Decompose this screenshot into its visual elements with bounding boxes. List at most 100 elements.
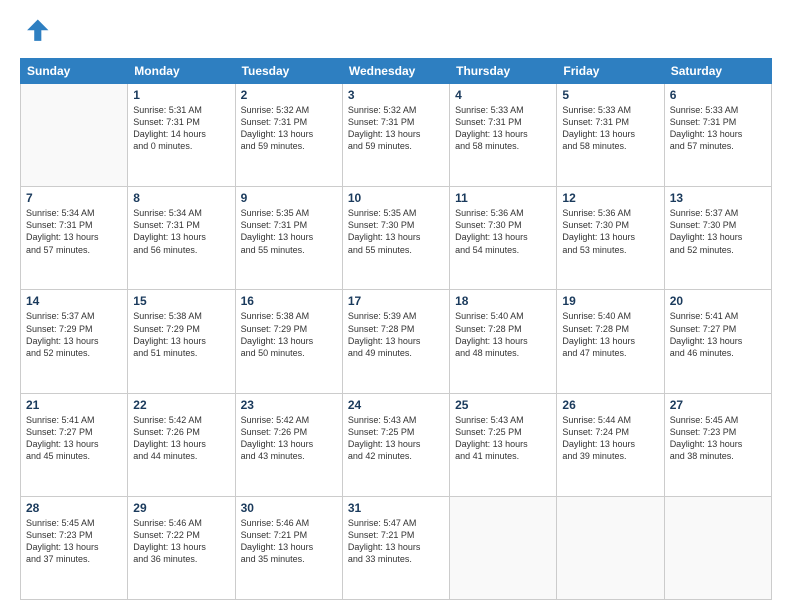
- day-number: 16: [241, 294, 337, 308]
- calendar-cell: 29Sunrise: 5:46 AM Sunset: 7:22 PM Dayli…: [128, 496, 235, 599]
- calendar-cell: 9 Sunrise: 5:35 AM Sunset: 7:31 PM Daylig…: [235, 187, 342, 290]
- day-number: 27: [670, 398, 766, 412]
- day-number: 29: [133, 501, 229, 515]
- day-info: Sunrise: 5:42 AM Sunset: 7:26 PM Dayligh…: [241, 414, 337, 463]
- day-number: 1: [133, 88, 229, 102]
- calendar-cell: 6 Sunrise: 5:33 AM Sunset: 7:31 PM Daylig…: [664, 84, 771, 187]
- day-number: 12: [562, 191, 658, 205]
- day-info: Sunrise: 5:40 AM Sunset: 7:28 PM Dayligh…: [562, 310, 658, 359]
- calendar-cell: 28Sunrise: 5:45 AM Sunset: 7:23 PM Dayli…: [21, 496, 128, 599]
- calendar-cell: 23 Sunrise: 5:42 AM Sunset: 7:26 PM Dayli…: [235, 393, 342, 496]
- day-info: Sunrise: 5:45 AM Sunset: 7:23 PM Dayligh…: [670, 414, 766, 463]
- day-number: 2: [241, 88, 337, 102]
- header-day-wednesday: Wednesday: [342, 59, 449, 84]
- calendar-cell: 19 Sunrise: 5:40 AM Sunset: 7:28 PM Dayli…: [557, 290, 664, 393]
- day-number: 4: [455, 88, 551, 102]
- day-number: 8: [133, 191, 229, 205]
- calendar-cell: 7Sunrise: 5:34 AM Sunset: 7:31 PM Daylig…: [21, 187, 128, 290]
- calendar-cell: 5 Sunrise: 5:33 AM Sunset: 7:31 PM Daylig…: [557, 84, 664, 187]
- calendar-cell: 10 Sunrise: 5:35 AM Sunset: 7:30 PM Dayli…: [342, 187, 449, 290]
- calendar-cell: 26 Sunrise: 5:44 AM Sunset: 7:24 PM Dayli…: [557, 393, 664, 496]
- header-day-tuesday: Tuesday: [235, 59, 342, 84]
- day-number: 11: [455, 191, 551, 205]
- calendar-cell: 12 Sunrise: 5:36 AM Sunset: 7:30 PM Dayli…: [557, 187, 664, 290]
- calendar-cell: 15 Sunrise: 5:38 AM Sunset: 7:29 PM Dayli…: [128, 290, 235, 393]
- day-info: Sunrise: 5:36 AM Sunset: 7:30 PM Dayligh…: [562, 207, 658, 256]
- day-number: 25: [455, 398, 551, 412]
- day-info: Sunrise: 5:32 AM Sunset: 7:31 PM Dayligh…: [241, 104, 337, 153]
- day-number: 3: [348, 88, 444, 102]
- day-info: Sunrise: 5:42 AM Sunset: 7:26 PM Dayligh…: [133, 414, 229, 463]
- day-number: 19: [562, 294, 658, 308]
- logo: [20, 16, 56, 48]
- calendar-week-2: 14 Sunrise: 5:37 AM Sunset: 7:29 PM Dayli…: [21, 290, 772, 393]
- day-info: Sunrise: 5:33 AM Sunset: 7:31 PM Dayligh…: [455, 104, 551, 153]
- day-info: Sunrise: 5:46 AM Sunset: 7:21 PM Dayligh…: [241, 517, 337, 566]
- day-info: Sunrise: 5:34 AM Sunset: 7:31 PM Dayligh…: [26, 207, 122, 256]
- calendar-cell: 8 Sunrise: 5:34 AM Sunset: 7:31 PM Daylig…: [128, 187, 235, 290]
- calendar-cell: 18 Sunrise: 5:40 AM Sunset: 7:28 PM Dayli…: [450, 290, 557, 393]
- day-number: 21: [26, 398, 122, 412]
- day-info: Sunrise: 5:36 AM Sunset: 7:30 PM Dayligh…: [455, 207, 551, 256]
- page: SundayMondayTuesdayWednesdayThursdayFrid…: [0, 0, 792, 612]
- calendar-cell: 4 Sunrise: 5:33 AM Sunset: 7:31 PM Daylig…: [450, 84, 557, 187]
- calendar-cell: 24Sunrise: 5:43 AM Sunset: 7:25 PM Dayli…: [342, 393, 449, 496]
- day-info: Sunrise: 5:44 AM Sunset: 7:24 PM Dayligh…: [562, 414, 658, 463]
- calendar-cell: [557, 496, 664, 599]
- day-info: Sunrise: 5:39 AM Sunset: 7:28 PM Dayligh…: [348, 310, 444, 359]
- calendar-cell: 17 Sunrise: 5:39 AM Sunset: 7:28 PM Dayli…: [342, 290, 449, 393]
- day-number: 15: [133, 294, 229, 308]
- day-info: Sunrise: 5:45 AM Sunset: 7:23 PM Dayligh…: [26, 517, 122, 566]
- calendar-cell: 30 Sunrise: 5:46 AM Sunset: 7:21 PM Dayli…: [235, 496, 342, 599]
- calendar-cell: 2 Sunrise: 5:32 AM Sunset: 7:31 PM Daylig…: [235, 84, 342, 187]
- calendar-cell: 31 Sunrise: 5:47 AM Sunset: 7:21 PM Dayli…: [342, 496, 449, 599]
- day-info: Sunrise: 5:34 AM Sunset: 7:31 PM Dayligh…: [133, 207, 229, 256]
- header-day-sunday: Sunday: [21, 59, 128, 84]
- day-number: 6: [670, 88, 766, 102]
- day-number: 31: [348, 501, 444, 515]
- day-info: Sunrise: 5:33 AM Sunset: 7:31 PM Dayligh…: [562, 104, 658, 153]
- day-number: 26: [562, 398, 658, 412]
- day-info: Sunrise: 5:41 AM Sunset: 7:27 PM Dayligh…: [670, 310, 766, 359]
- day-info: Sunrise: 5:31 AM Sunset: 7:31 PM Dayligh…: [133, 104, 229, 153]
- calendar-cell: 14 Sunrise: 5:37 AM Sunset: 7:29 PM Dayli…: [21, 290, 128, 393]
- day-number: 30: [241, 501, 337, 515]
- day-number: 18: [455, 294, 551, 308]
- calendar-cell: 22 Sunrise: 5:42 AM Sunset: 7:26 PM Dayli…: [128, 393, 235, 496]
- day-number: 9: [241, 191, 337, 205]
- calendar-cell: 16 Sunrise: 5:38 AM Sunset: 7:29 PM Dayli…: [235, 290, 342, 393]
- calendar-cell: [450, 496, 557, 599]
- day-info: Sunrise: 5:37 AM Sunset: 7:29 PM Dayligh…: [26, 310, 122, 359]
- calendar-cell: 21 Sunrise: 5:41 AM Sunset: 7:27 PM Dayli…: [21, 393, 128, 496]
- day-info: Sunrise: 5:47 AM Sunset: 7:21 PM Dayligh…: [348, 517, 444, 566]
- day-number: 20: [670, 294, 766, 308]
- logo-icon: [20, 16, 52, 48]
- calendar-table: SundayMondayTuesdayWednesdayThursdayFrid…: [20, 58, 772, 600]
- day-info: Sunrise: 5:41 AM Sunset: 7:27 PM Dayligh…: [26, 414, 122, 463]
- day-info: Sunrise: 5:38 AM Sunset: 7:29 PM Dayligh…: [241, 310, 337, 359]
- day-info: Sunrise: 5:35 AM Sunset: 7:30 PM Dayligh…: [348, 207, 444, 256]
- calendar-cell: 20 Sunrise: 5:41 AM Sunset: 7:27 PM Dayli…: [664, 290, 771, 393]
- day-info: Sunrise: 5:43 AM Sunset: 7:25 PM Dayligh…: [348, 414, 444, 463]
- header-day-thursday: Thursday: [450, 59, 557, 84]
- calendar-header-row: SundayMondayTuesdayWednesdayThursdayFrid…: [21, 59, 772, 84]
- day-number: 23: [241, 398, 337, 412]
- day-number: 10: [348, 191, 444, 205]
- calendar-cell: 25Sunrise: 5:43 AM Sunset: 7:25 PM Dayli…: [450, 393, 557, 496]
- day-number: 14: [26, 294, 122, 308]
- day-info: Sunrise: 5:35 AM Sunset: 7:31 PM Dayligh…: [241, 207, 337, 256]
- day-info: Sunrise: 5:32 AM Sunset: 7:31 PM Dayligh…: [348, 104, 444, 153]
- header-day-saturday: Saturday: [664, 59, 771, 84]
- day-info: Sunrise: 5:40 AM Sunset: 7:28 PM Dayligh…: [455, 310, 551, 359]
- day-number: 17: [348, 294, 444, 308]
- day-number: 5: [562, 88, 658, 102]
- header: [20, 16, 772, 48]
- header-day-friday: Friday: [557, 59, 664, 84]
- calendar-cell: [21, 84, 128, 187]
- calendar-week-1: 7Sunrise: 5:34 AM Sunset: 7:31 PM Daylig…: [21, 187, 772, 290]
- day-info: Sunrise: 5:33 AM Sunset: 7:31 PM Dayligh…: [670, 104, 766, 153]
- calendar-cell: 3 Sunrise: 5:32 AM Sunset: 7:31 PM Daylig…: [342, 84, 449, 187]
- day-info: Sunrise: 5:38 AM Sunset: 7:29 PM Dayligh…: [133, 310, 229, 359]
- day-number: 22: [133, 398, 229, 412]
- calendar-week-0: 1 Sunrise: 5:31 AM Sunset: 7:31 PM Daylig…: [21, 84, 772, 187]
